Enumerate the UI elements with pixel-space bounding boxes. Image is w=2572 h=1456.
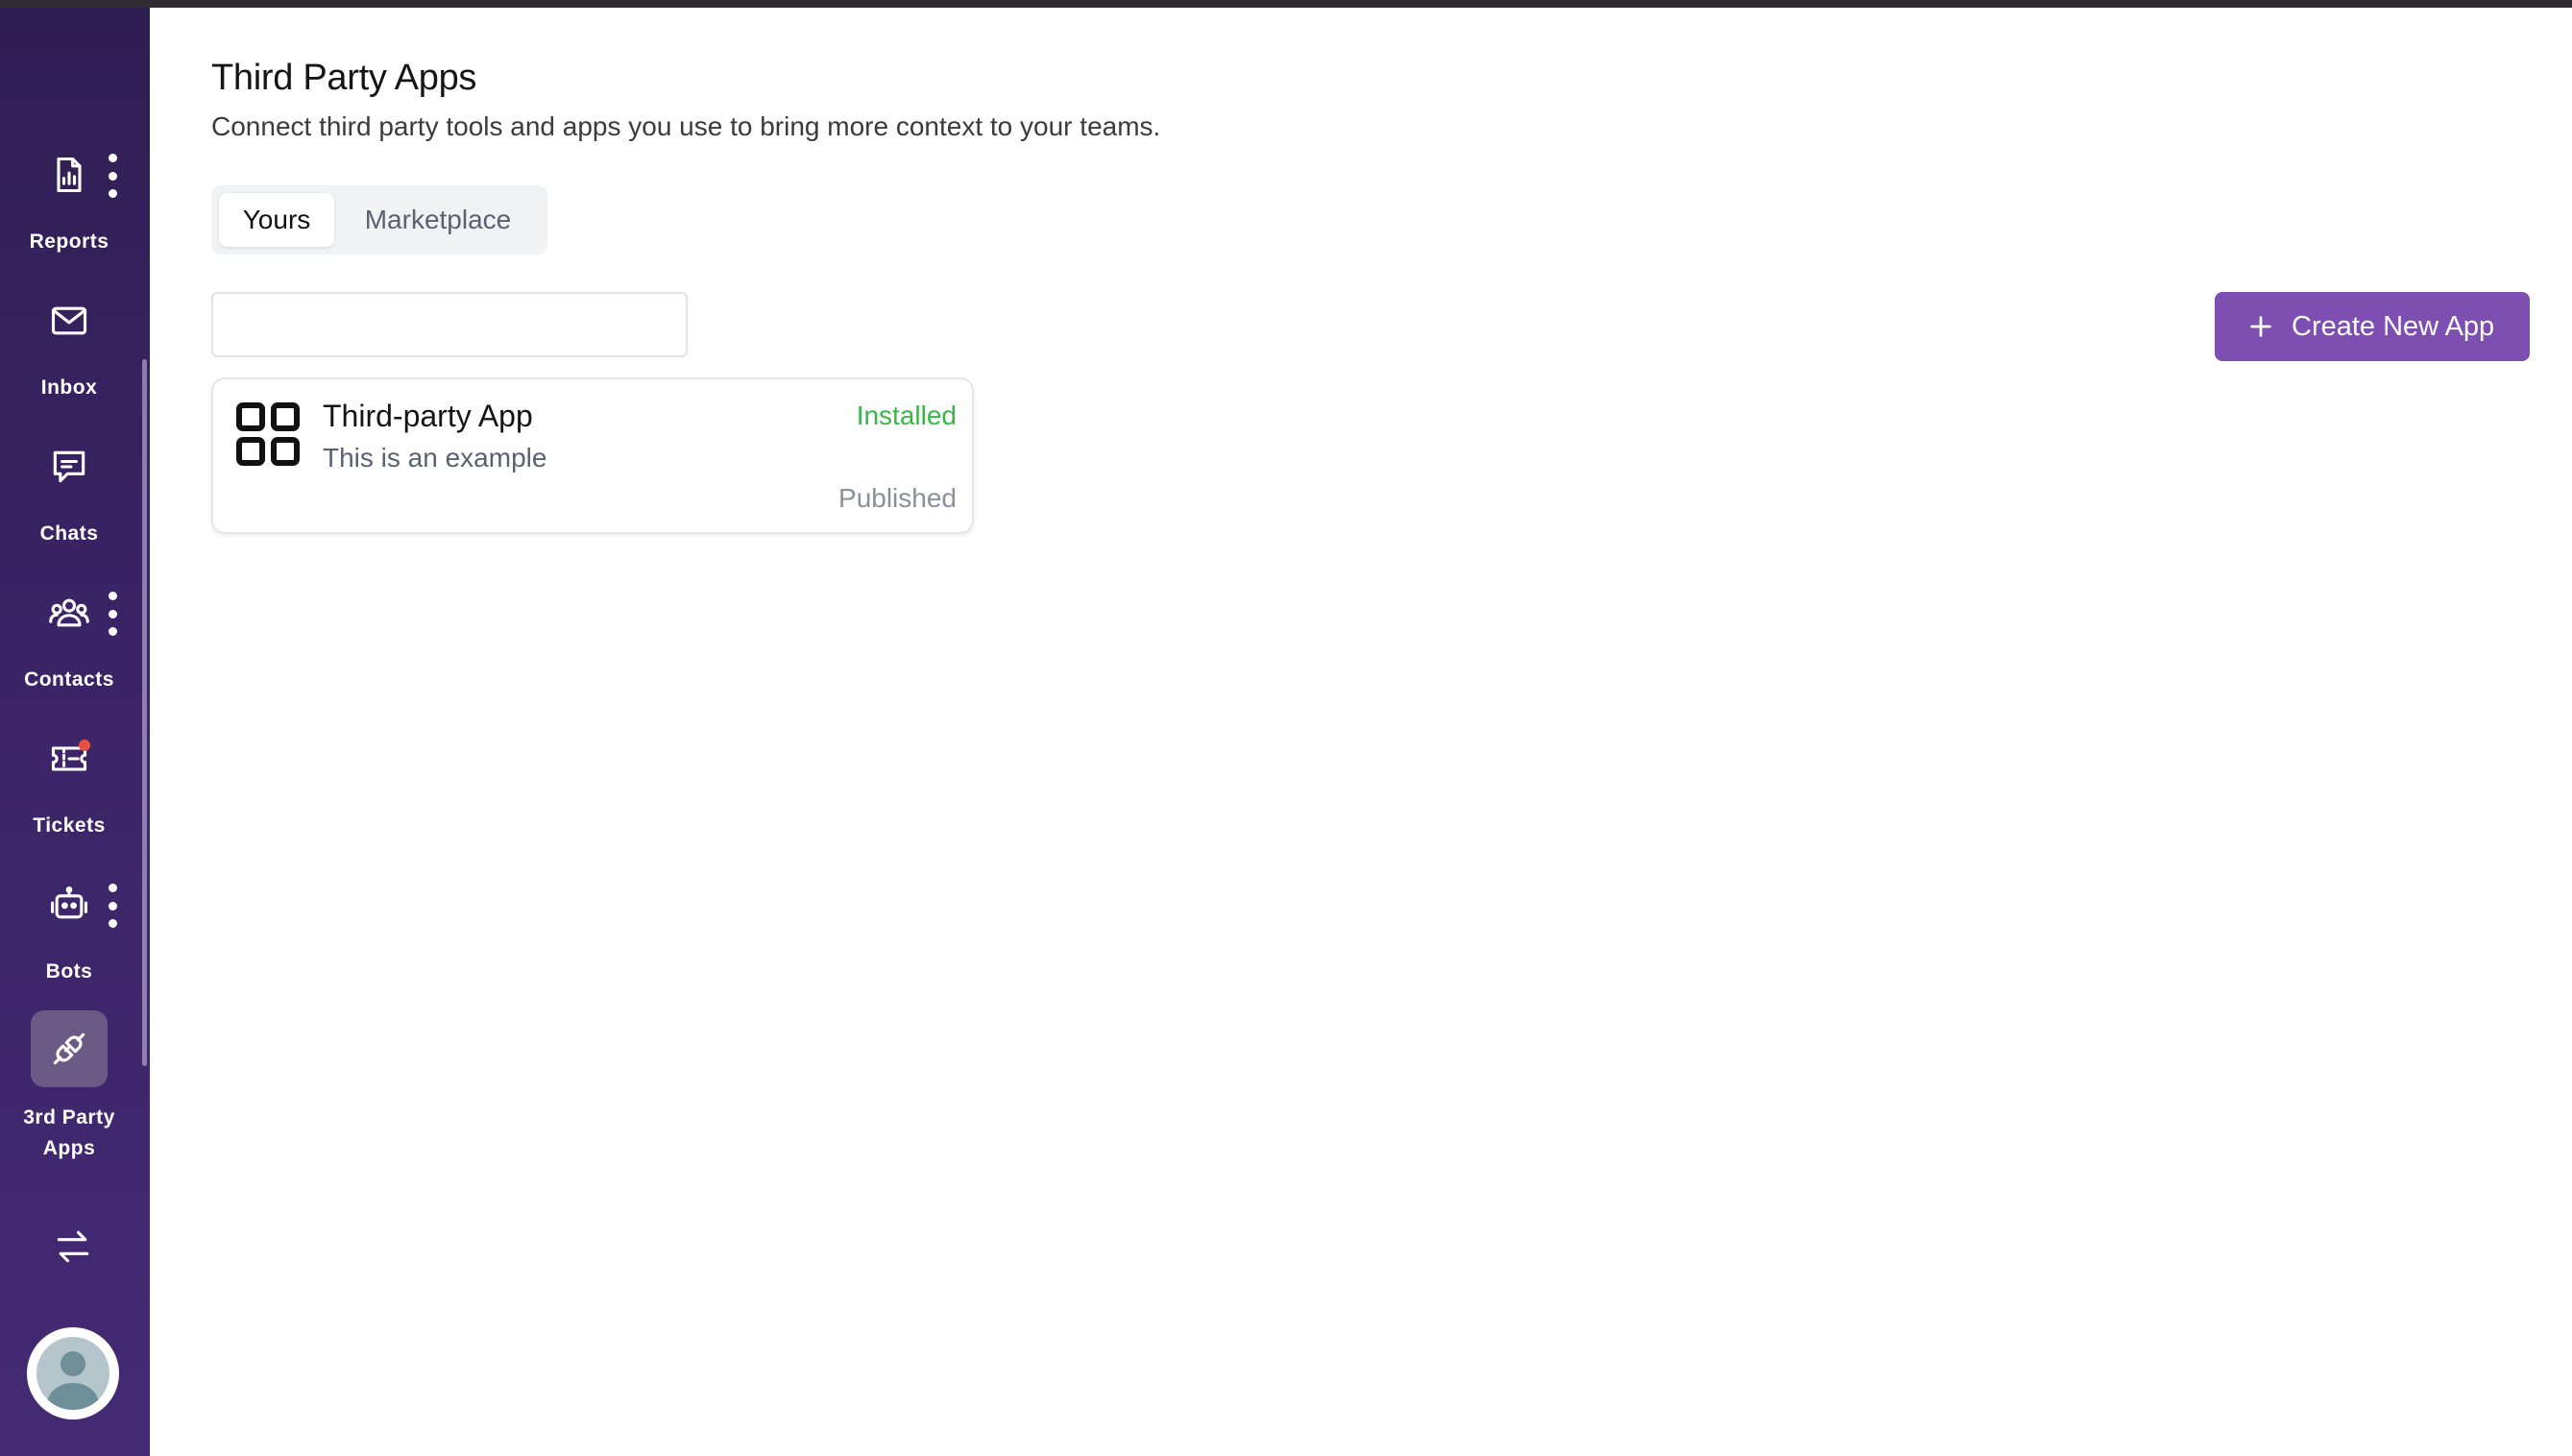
label-line-1: 3rd Party bbox=[23, 1106, 115, 1128]
sidebar: Reports Inbox Chats Contacts Tickets Bot… bbox=[0, 8, 150, 1456]
plug-icon bbox=[36, 1016, 102, 1081]
user-avatar[interactable] bbox=[27, 1327, 119, 1420]
app-card[interactable]: Third-party App This is an example Insta… bbox=[211, 377, 974, 534]
sidebar-item-chats[interactable]: Chats bbox=[0, 434, 138, 549]
app-description: This is an example bbox=[323, 443, 547, 473]
chat-icon bbox=[36, 434, 102, 499]
app-name: Third-party App bbox=[323, 399, 533, 433]
create-button-label: Create New App bbox=[2292, 311, 2495, 342]
label-line-2: Apps bbox=[42, 1137, 96, 1159]
sidebar-item-label: Contacts bbox=[24, 668, 114, 691]
bots-menu-icon[interactable] bbox=[104, 884, 121, 928]
sidebar-item-reports[interactable]: Reports bbox=[0, 142, 138, 257]
contacts-menu-icon[interactable] bbox=[104, 592, 121, 636]
create-new-app-button[interactable]: Create New App bbox=[2215, 292, 2530, 361]
sidebar-item-label: Bots bbox=[45, 960, 93, 983]
bot-icon bbox=[36, 872, 102, 937]
ticket-icon bbox=[36, 726, 102, 791]
sidebar-item-label: Tickets bbox=[33, 814, 106, 837]
swap-arrows-icon bbox=[40, 1214, 106, 1279]
sidebar-item-tickets[interactable]: Tickets bbox=[0, 726, 138, 841]
sidebar-item-bots[interactable]: Bots bbox=[0, 872, 138, 987]
page-subtitle: Connect third party tools and apps you u… bbox=[211, 111, 1161, 141]
reports-menu-icon[interactable] bbox=[104, 154, 121, 198]
notification-dot bbox=[79, 740, 90, 751]
search-input[interactable] bbox=[211, 292, 688, 357]
sidebar-scrollbar[interactable] bbox=[142, 359, 147, 1066]
sidebar-item-inbox[interactable]: Inbox bbox=[0, 288, 138, 403]
mail-icon bbox=[36, 288, 102, 353]
plus-icon bbox=[2250, 316, 2271, 337]
tab-yours[interactable]: Yours bbox=[219, 193, 334, 247]
contacts-icon bbox=[36, 580, 102, 645]
sidebar-item-label: 3rd Party Apps bbox=[0, 1103, 138, 1164]
switch-button[interactable] bbox=[0, 1214, 138, 1291]
reports-icon bbox=[36, 142, 102, 207]
sidebar-item-label: Reports bbox=[29, 231, 109, 253]
tab-marketplace[interactable]: Marketplace bbox=[342, 193, 534, 247]
sidebar-item-label: Inbox bbox=[40, 376, 98, 399]
tab-bar: Yours Marketplace bbox=[211, 185, 547, 255]
window-top-bar bbox=[0, 0, 2572, 8]
status-badge: Installed bbox=[856, 400, 957, 430]
visibility-label: Published bbox=[838, 483, 957, 513]
page-title: Third Party Apps bbox=[211, 58, 477, 98]
sidebar-item-label: Chats bbox=[39, 522, 99, 545]
user-avatar-icon bbox=[36, 1337, 109, 1410]
grid-icon bbox=[236, 402, 300, 466]
sidebar-item-3rd-party-apps[interactable]: 3rd Party Apps bbox=[0, 1010, 138, 1164]
sidebar-item-contacts[interactable]: Contacts bbox=[0, 580, 138, 695]
